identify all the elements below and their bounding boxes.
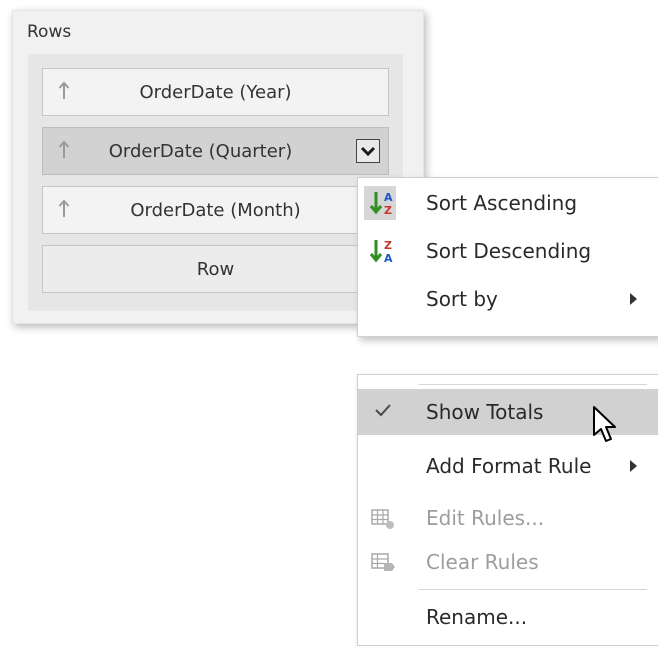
field-label: OrderDate (Year) — [139, 82, 292, 103]
field-orderdate-month[interactable]: OrderDate (Month) — [42, 186, 389, 234]
menu-item-edit-rules[interactable]: Edit Rules... — [358, 495, 658, 541]
menu-separator — [419, 384, 647, 385]
menu-item-label: Edit Rules... — [426, 506, 545, 530]
field-dropdown-button[interactable] — [356, 139, 380, 163]
sort-descending-icon: Z A — [369, 239, 393, 265]
row-drop-placeholder[interactable]: Row — [42, 245, 389, 293]
menu-item-rename[interactable]: Rename... — [358, 594, 658, 640]
menu-item-add-format-rule[interactable]: Add Format Rule — [358, 443, 658, 489]
submenu-arrow-icon — [630, 460, 637, 472]
menu-separator — [419, 589, 647, 590]
menu-item-sort-descending[interactable]: Z A Sort Descending — [358, 228, 658, 274]
svg-text:Z: Z — [384, 204, 392, 217]
field-orderdate-year[interactable]: OrderDate (Year) — [42, 68, 389, 116]
field-label: OrderDate (Quarter) — [108, 141, 293, 162]
rows-panel-title: Rows — [27, 22, 72, 42]
menu-item-label: Rename... — [426, 605, 528, 629]
menu-item-label: Show Totals — [426, 400, 544, 424]
clear-rules-icon — [371, 553, 395, 571]
field-orderdate-quarter[interactable]: OrderDate (Quarter) — [42, 127, 389, 175]
mouse-pointer-icon — [593, 406, 616, 442]
menu-item-label: Sort Descending — [426, 239, 592, 263]
svg-text:Z: Z — [384, 239, 392, 252]
menu-item-clear-rules[interactable]: Clear Rules — [358, 539, 658, 585]
field-label: OrderDate (Month) — [130, 200, 301, 221]
chevron-down-icon — [360, 146, 376, 157]
menu-item-sort-by[interactable]: Sort by — [358, 276, 658, 322]
sort-ascending-icon: A Z — [369, 191, 393, 217]
menu-item-label: Sort by — [426, 287, 498, 311]
menu-item-label: Clear Rules — [426, 550, 539, 574]
sort-context-menu: A Z Sort Ascending Z A Sort Descending S… — [357, 177, 658, 337]
rows-drop-area: OrderDate (Year) OrderDate (Quarter) Ord… — [28, 54, 403, 311]
checkmark-icon — [375, 404, 391, 417]
submenu-arrow-icon — [630, 293, 637, 305]
menu-item-label: Sort Ascending — [426, 191, 578, 215]
menu-item-label: Add Format Rule — [426, 454, 592, 478]
svg-text:A: A — [384, 252, 393, 265]
menu-item-sort-ascending[interactable]: A Z Sort Ascending — [358, 180, 658, 226]
placeholder-label: Row — [196, 259, 235, 280]
svg-text:A: A — [384, 191, 393, 204]
edit-rules-icon — [371, 509, 394, 529]
